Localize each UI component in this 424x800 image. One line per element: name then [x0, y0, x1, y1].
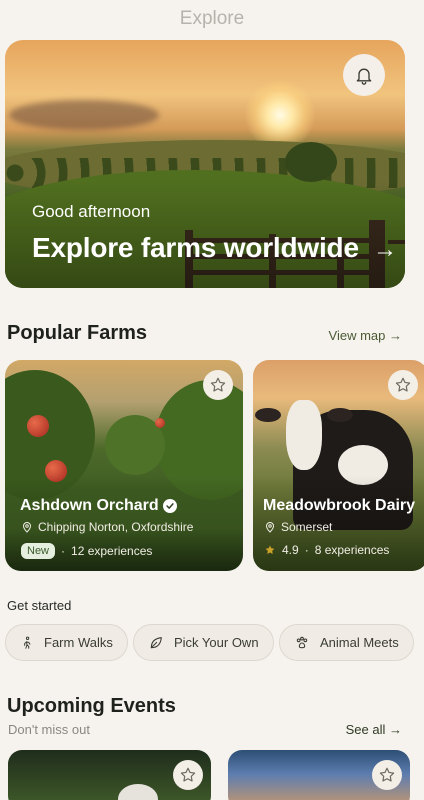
get-started-label: Get started: [7, 598, 72, 613]
leaf-icon: [150, 636, 162, 648]
star-outline-icon: [395, 377, 411, 392]
new-badge: New: [21, 543, 56, 559]
bell-icon: [356, 68, 372, 85]
verified-icon: [162, 499, 177, 513]
see-all-link[interactable]: See all →: [346, 722, 402, 737]
paw-icon: [296, 636, 308, 648]
farm-meta: 4.9 · 8 experiences: [264, 543, 389, 557]
star-outline-icon: [210, 377, 226, 392]
cow-ear-decoration: [255, 408, 281, 422]
cow-ear-decoration: [327, 408, 353, 422]
cow-face-decoration: [286, 400, 322, 470]
walking-icon: [24, 636, 31, 649]
notifications-button[interactable]: [343, 54, 385, 96]
hero-banner[interactable]: Good afternoon Explore farms worldwide →: [5, 40, 405, 288]
favorite-button[interactable]: [388, 370, 418, 400]
chip-animal-meets[interactable]: Animal Meets: [279, 624, 414, 661]
favorite-button[interactable]: [203, 370, 233, 400]
star-outline-icon: [379, 767, 395, 782]
apple-decoration: [27, 415, 49, 437]
chip-farm-walks[interactable]: Farm Walks: [5, 624, 128, 661]
events-subtitle: Don't miss out: [8, 722, 90, 737]
farm-meta: New · 12 experiences: [21, 543, 152, 559]
section-title-events: Upcoming Events: [7, 695, 176, 717]
separator-dot: ·: [304, 543, 309, 557]
farm-name: Meadowbrook Dairy: [263, 497, 416, 514]
horse-decoration: [118, 784, 158, 800]
experience-count: 12 experiences: [71, 544, 153, 558]
apple-decoration: [155, 418, 165, 428]
chip-label: Pick Your Own: [174, 635, 259, 650]
farm-location-text: Somerset: [281, 520, 333, 534]
cloud-decoration: [9, 100, 159, 130]
farm-location: Chipping Norton, Oxfordshire: [21, 520, 193, 534]
star-outline-icon: [180, 767, 196, 782]
arrow-right-icon[interactable]: →: [373, 236, 397, 264]
hero-greeting: Good afternoon: [32, 202, 151, 221]
star-filled-icon: [265, 545, 275, 554]
farm-card-ashdown[interactable]: Ashdown Orchard Chipping Norton, Oxfords…: [5, 360, 243, 571]
page-title: Explore: [179, 8, 245, 29]
section-title-popular: Popular Farms: [7, 322, 148, 344]
farm-card-meadowbrook[interactable]: Meadowbrook Dairy Somerset 4.9 · 8 exper…: [253, 360, 424, 571]
chip-label: Farm Walks: [44, 635, 113, 650]
rating-value: 4.9: [282, 543, 299, 557]
separator-dot: ·: [61, 544, 66, 558]
location-pin-icon: [22, 522, 32, 533]
chip-label: Animal Meets: [320, 635, 399, 650]
farm-name: Ashdown Orchard: [20, 497, 177, 515]
farm-location-text: Chipping Norton, Oxfordshire: [38, 520, 194, 534]
farm-name-text: Ashdown Orchard: [20, 497, 159, 514]
chip-pick-your-own[interactable]: Pick Your Own: [133, 624, 274, 661]
hero-title[interactable]: Explore farms worldwide: [32, 232, 359, 264]
favorite-button[interactable]: [173, 760, 203, 790]
event-card[interactable]: [8, 750, 211, 800]
view-map-link[interactable]: View map →: [329, 328, 402, 343]
event-card[interactable]: [228, 750, 410, 800]
location-pin-icon: [265, 522, 275, 533]
tree-decoration: [285, 142, 337, 182]
experience-count: 8 experiences: [314, 543, 390, 557]
farm-location: Somerset: [264, 520, 332, 534]
favorite-button[interactable]: [372, 760, 402, 790]
